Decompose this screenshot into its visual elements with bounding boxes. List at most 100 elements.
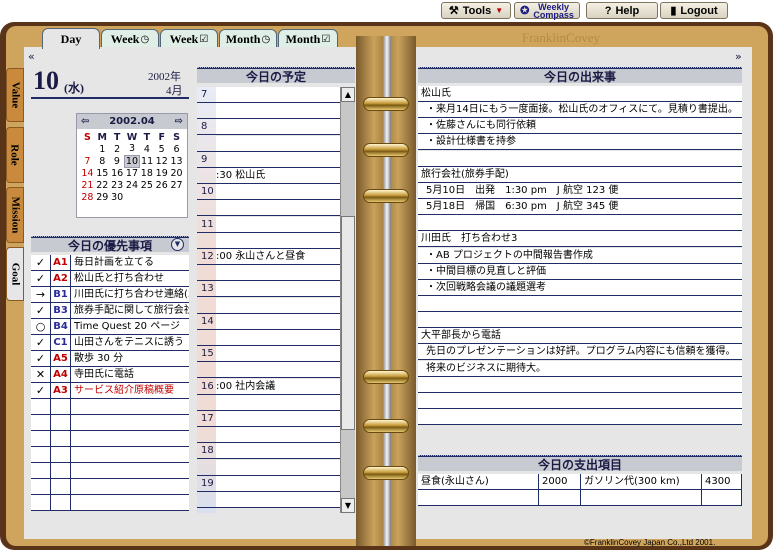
calendar-day[interactable]: 11 [139,155,154,167]
expense-item[interactable] [418,490,539,506]
tab-week-clock[interactable]: Week ◷ [101,29,159,48]
priority-status-mark[interactable] [31,399,51,414]
scroll-down-icon[interactable]: ▼ [341,498,355,513]
event-line[interactable] [418,312,742,329]
calendar-day[interactable]: 9 [110,155,125,167]
priority-row[interactable] [31,431,189,447]
logout-button[interactable]: ▮ Logout [660,2,728,19]
priority-row[interactable]: ✓ B3 旅券手配に関して旅行会社 [31,303,189,319]
event-line[interactable]: 先日のプレゼンテーションは好評。プログラム内容にも信頼を獲得。 [418,344,742,361]
calendar-day[interactable]: 30 [110,191,125,203]
priority-status-mark[interactable] [31,415,51,430]
calendar-day[interactable]: 23 [110,179,125,191]
schedule-slot[interactable] [197,394,340,411]
calendar-day[interactable]: 4 [139,143,154,155]
event-line[interactable]: 旅行会社(旅券手配) [418,166,742,183]
side-tab-value[interactable]: Value [6,68,24,122]
calendar-next-icon[interactable]: ⇨ [175,116,183,127]
calendar-day[interactable]: 3 [125,143,140,155]
priority-row[interactable]: → B1 川田氏に打ち合わせ連絡(3 [31,287,189,303]
priority-status-mark[interactable] [31,463,51,478]
expense-amount[interactable] [702,490,742,506]
priority-status-mark[interactable]: ✓ [31,383,51,398]
schedule-slot[interactable]: 16:00 社内会議 [197,378,340,395]
tab-week-check[interactable]: Week ☑ [160,29,218,48]
scroll-thumb[interactable] [341,216,355,430]
calendar-day[interactable]: 13 [169,155,184,167]
schedule-slot[interactable] [197,232,340,249]
calendar-day[interactable]: 10 [124,154,140,168]
tab-month-check[interactable]: Month ☑ [278,29,338,48]
schedule-slot[interactable]: :30 松山氏 [197,168,340,184]
event-line[interactable]: ・AB プロジェクトの中間報告書作成 [418,247,742,264]
priority-row[interactable] [31,415,189,431]
priorities-menu-icon[interactable]: ▼ [171,238,184,251]
calendar-day[interactable]: 16 [110,167,125,179]
priority-status-mark[interactable]: ✓ [31,335,51,350]
priority-status-mark[interactable]: ✓ [31,351,51,366]
schedule-slot[interactable] [197,362,340,379]
calendar-day[interactable]: 28 [80,191,95,203]
calendar-day[interactable]: 29 [95,191,110,203]
calendar-day[interactable]: 2 [110,143,125,155]
calendar-day[interactable]: 21 [80,179,95,191]
priority-row[interactable] [31,399,189,415]
schedule-slot[interactable] [197,492,340,508]
schedule-slot[interactable] [197,297,340,314]
schedule-slot[interactable]: 18 [197,443,340,460]
event-line[interactable] [418,215,742,232]
calendar-day[interactable]: 6 [169,143,184,155]
calendar-day[interactable]: 19 [154,167,169,179]
calendar-day[interactable]: 1 [95,143,110,155]
calendar-day[interactable]: 7 [80,155,95,167]
event-line[interactable]: 松山氏 [418,86,742,102]
calendar-day[interactable]: 12 [154,155,169,167]
schedule-slot[interactable]: 15 [197,346,340,363]
side-tab-goal[interactable]: Goal [6,247,24,301]
schedule-slot[interactable]: 9 [197,151,340,168]
calendar-day[interactable]: 20 [169,167,184,179]
priority-status-mark[interactable]: → [31,287,51,302]
expense-item[interactable]: ガソリン代(300 km) [581,474,702,490]
priority-status-mark[interactable] [31,495,51,510]
calendar-day[interactable]: 27 [169,179,184,191]
schedule-slot[interactable]: 17 [197,411,340,427]
priority-status-mark[interactable]: ○ [31,319,51,334]
priority-row[interactable] [31,479,189,495]
schedule-slot[interactable]: 13 [197,281,340,298]
schedule-slot[interactable] [197,135,340,152]
schedule-slot[interactable]: 8 [197,119,340,136]
side-tab-role[interactable]: Role [6,127,24,183]
scroll-up-icon[interactable]: ▲ [341,87,355,102]
event-line[interactable] [418,376,742,393]
calendar-day[interactable]: 25 [139,179,154,191]
calendar-day[interactable]: 26 [154,179,169,191]
schedule-slot[interactable] [197,330,340,346]
priority-status-mark[interactable] [31,479,51,494]
priority-row[interactable]: ✓ A1 毎日計画を立てる [31,255,189,271]
calendar-prev-icon[interactable]: ⇦ [81,116,89,127]
previous-page-icon[interactable]: « [28,50,35,63]
priority-row[interactable]: ✓ A3 サービス紹介原稿概要 [31,383,189,399]
schedule-slot[interactable]: 7 [197,87,340,103]
schedule-slot[interactable] [197,265,340,282]
priority-row[interactable] [31,463,189,479]
priority-status-mark[interactable]: ✓ [31,255,51,270]
event-line[interactable]: 5月18日 帰国 6:30 pm J 航空 345 便 [418,199,742,216]
event-line[interactable] [418,392,742,409]
calendar-day[interactable]: 22 [95,179,110,191]
expense-amount[interactable] [539,490,581,506]
expense-amount[interactable]: 2000 [539,474,581,490]
schedule-slot[interactable]: 19 [197,475,340,492]
event-line[interactable] [418,409,742,425]
calendar-day[interactable]: 14 [80,167,95,179]
priority-status-mark[interactable] [31,447,51,462]
schedule-slot[interactable] [197,427,340,444]
priority-status-mark[interactable]: ✕ [31,367,51,382]
calendar-day[interactable]: 17 [125,167,140,179]
tab-month-clock[interactable]: Month ◷ [219,29,277,48]
priority-row[interactable]: ○ B4 Time Quest 20 ページ [31,319,189,335]
expense-item[interactable] [581,490,702,506]
priority-status-mark[interactable]: ✓ [31,303,51,318]
event-line[interactable]: ・中間目標の見直しと評価 [418,263,742,280]
